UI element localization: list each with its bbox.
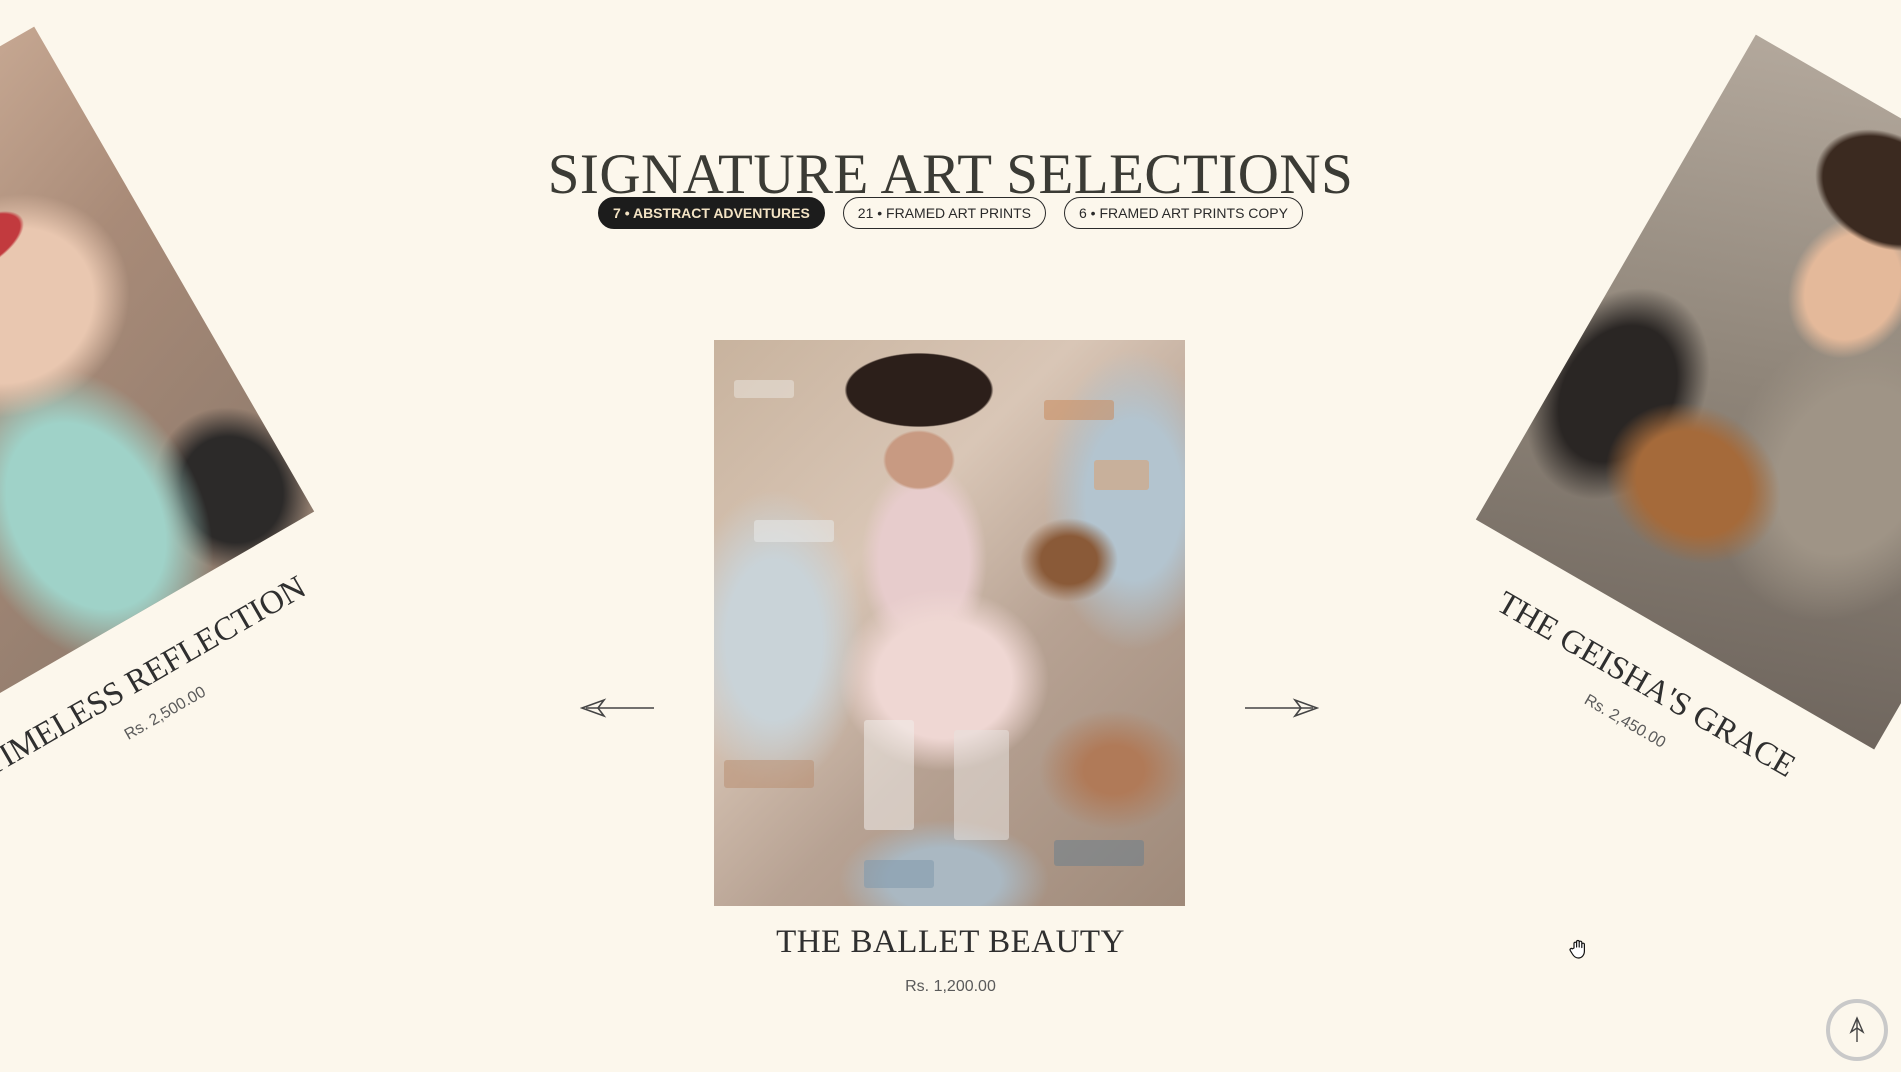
paint-stroke	[1044, 400, 1114, 420]
tab-framed-art-prints[interactable]: 21 • FRAMED ART PRINTS	[842, 197, 1046, 229]
scroll-to-top-button[interactable]	[1826, 999, 1888, 1061]
product-image-ballet-beauty[interactable]	[714, 340, 1185, 906]
product-image-timeless-reflection[interactable]	[0, 26, 315, 742]
paint-stroke	[754, 520, 834, 542]
product-name-current[interactable]: THE BALLET BEAUTY	[0, 924, 1901, 961]
arrow-right-icon	[1245, 698, 1320, 718]
paint-stroke	[954, 730, 1009, 840]
paint-stroke	[1094, 460, 1149, 490]
paint-stroke	[864, 860, 934, 888]
product-price-current: Rs. 1,200.00	[905, 978, 996, 995]
grab-hand-icon	[1567, 937, 1591, 961]
arrow-up-icon	[1849, 1016, 1865, 1042]
paint-stroke	[734, 380, 794, 398]
tab-abstract-adventures[interactable]: 7 • ABSTRACT ADVENTURES	[598, 197, 825, 229]
collection-tabs: 7 • ABSTRACT ADVENTURES 21 • FRAMED ART …	[0, 197, 1901, 229]
carousel-prev-button[interactable]	[579, 696, 656, 720]
paint-stroke	[724, 760, 814, 788]
tab-framed-art-prints-copy[interactable]: 6 • FRAMED ART PRINTS COPY	[1063, 197, 1303, 229]
paint-stroke	[864, 720, 914, 830]
arrow-left-icon	[579, 698, 654, 718]
paint-stroke	[1054, 840, 1144, 866]
carousel-next-button[interactable]	[1243, 696, 1320, 720]
